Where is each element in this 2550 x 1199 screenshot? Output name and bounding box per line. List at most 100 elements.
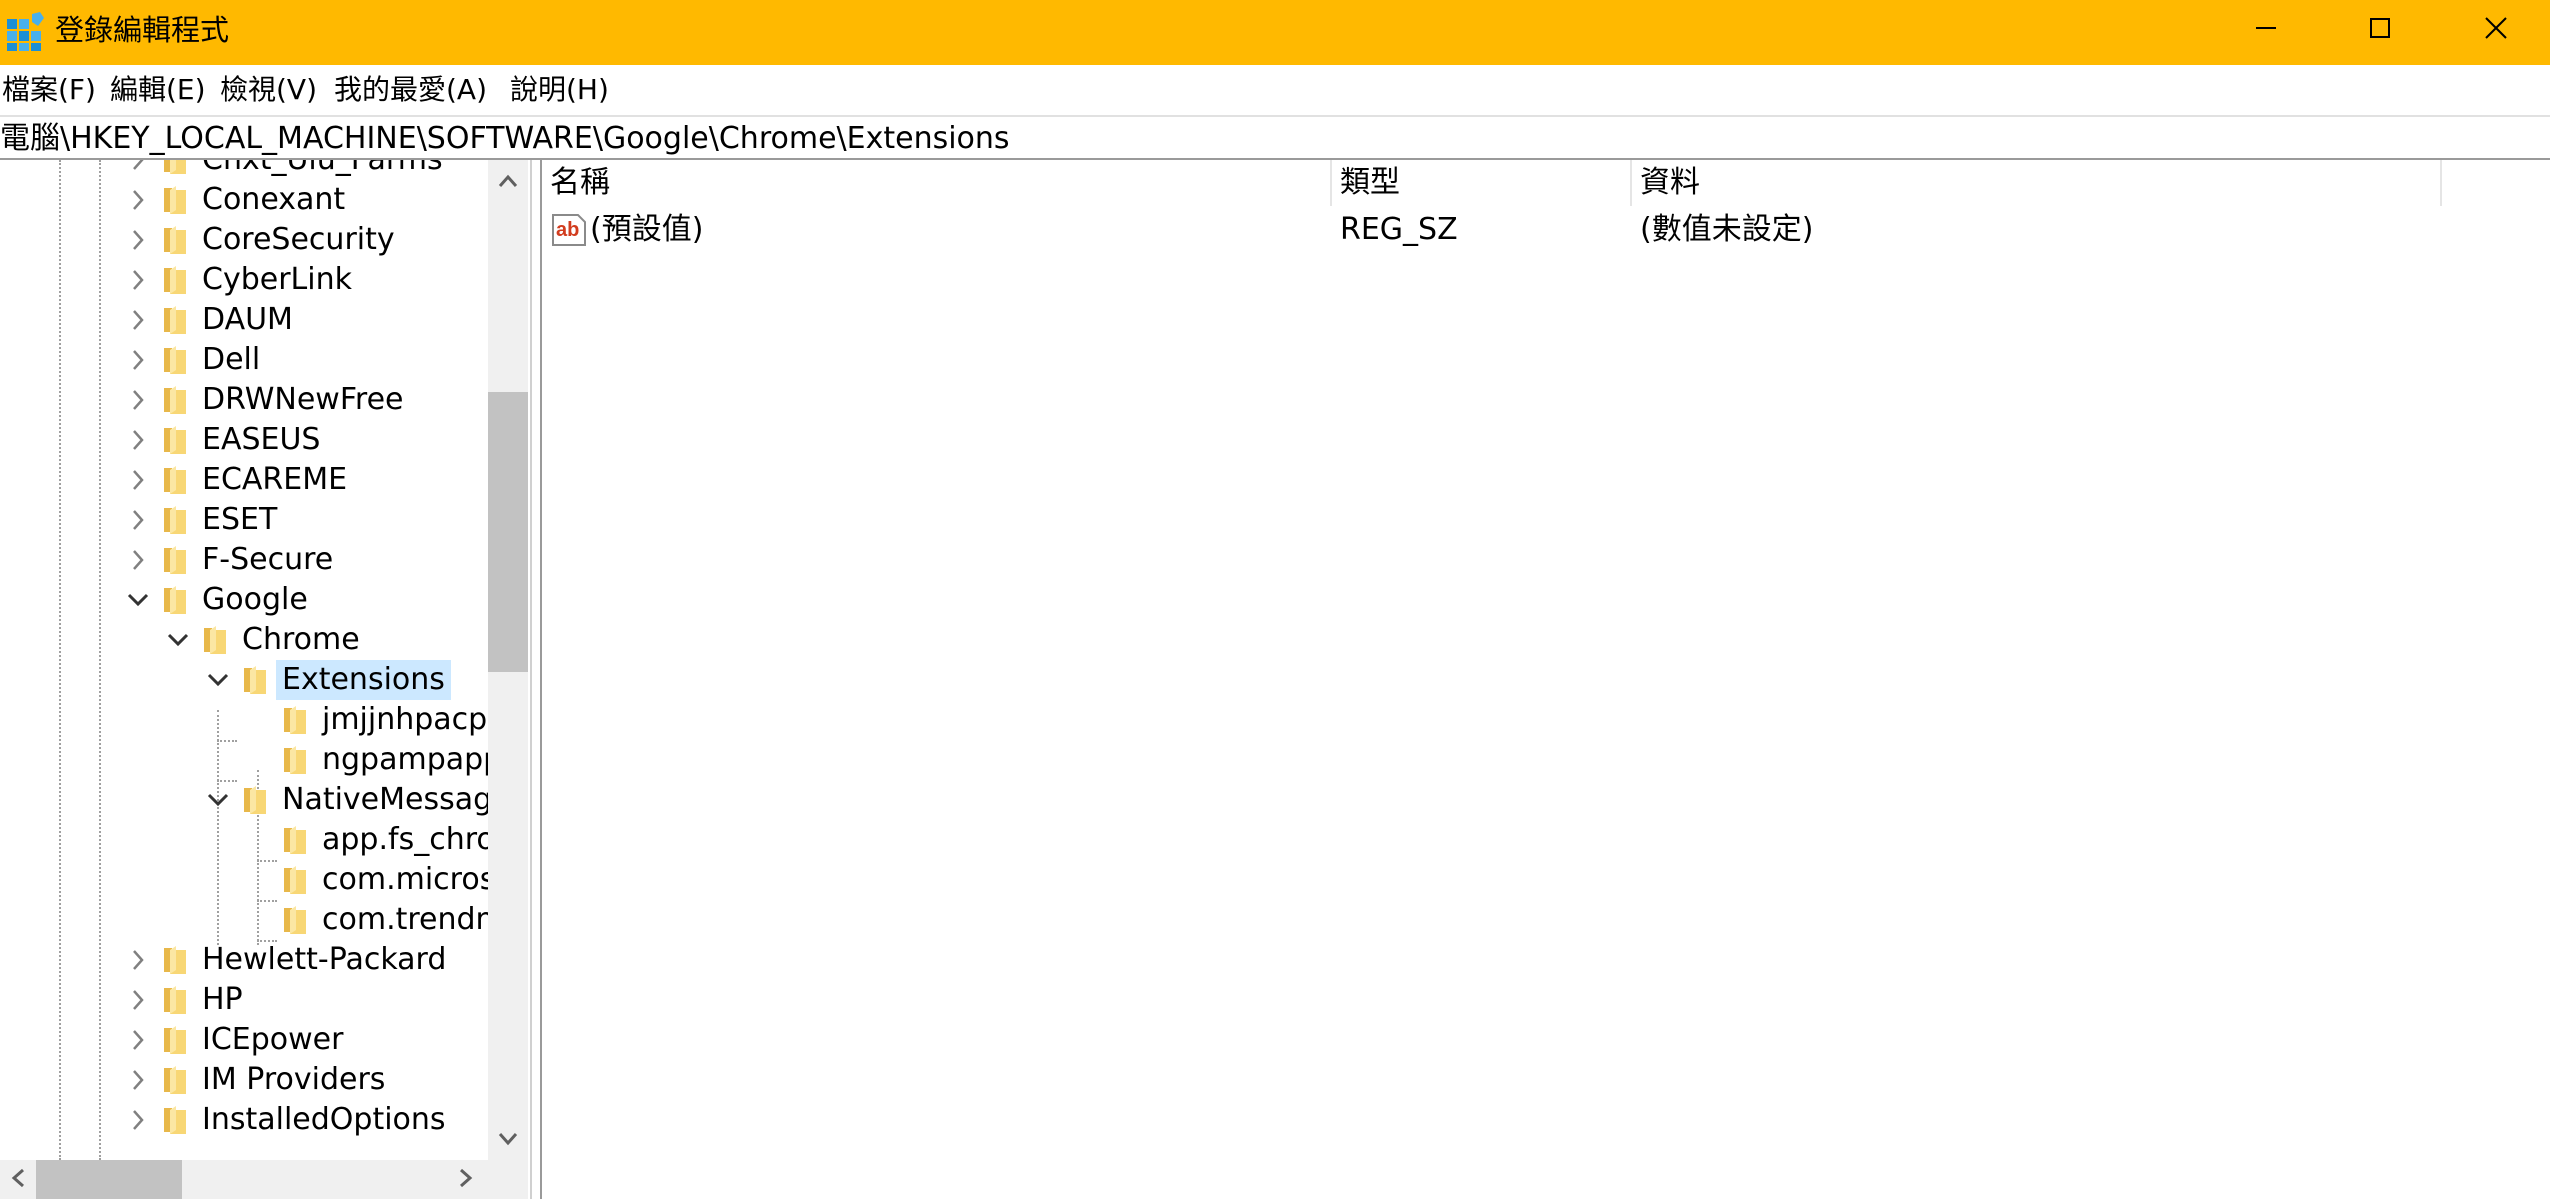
- chevron-down-icon[interactable]: [118, 580, 158, 620]
- tree-item[interactable]: DAUM: [0, 300, 488, 340]
- tree-item-label[interactable]: ECAREME: [196, 460, 353, 500]
- maximize-button[interactable]: [2322, 0, 2438, 60]
- tree-item[interactable]: Hewlett-Packard: [0, 940, 488, 980]
- folder-icon: [162, 984, 192, 1016]
- tree-item-label[interactable]: InstalledOptions: [196, 1100, 452, 1140]
- value-name: (預設值): [590, 212, 704, 247]
- tree-item-label[interactable]: DAUM: [196, 300, 299, 340]
- value-type: REG_SZ: [1340, 212, 1458, 247]
- chevron-right-icon[interactable]: [118, 500, 158, 540]
- chevron-right-icon[interactable]: [118, 1020, 158, 1060]
- tree-item[interactable]: Dell: [0, 340, 488, 380]
- menu-help[interactable]: 說明(H): [508, 70, 611, 110]
- tree-item[interactable]: CoreSecurity: [0, 220, 488, 260]
- chevron-down-icon[interactable]: [158, 620, 198, 660]
- chevron-right-icon[interactable]: [118, 260, 158, 300]
- tree-item-label[interactable]: jmjjnhpacph: [316, 700, 488, 740]
- tree-item[interactable]: Chrome: [0, 620, 488, 660]
- menu-file[interactable]: 檔案(F): [0, 70, 98, 110]
- horizontal-scroll-thumb[interactable]: [36, 1160, 182, 1199]
- tree-item-label[interactable]: ESET: [196, 500, 283, 540]
- tree-item[interactable]: app.fs_chron: [0, 820, 488, 860]
- chevron-right-icon[interactable]: [118, 460, 158, 500]
- tree-item-label[interactable]: Chrome: [236, 620, 366, 660]
- tree-item[interactable]: DRWNewFree: [0, 380, 488, 420]
- tree-item-label[interactable]: DRWNewFree: [196, 380, 410, 420]
- address-bar[interactable]: 電腦\HKEY_LOCAL_MACHINE\SOFTWARE\Google\Ch…: [0, 115, 2550, 160]
- values-list[interactable]: 名稱 類型 資料 ab (預設值) REG_SZ (數值未設定): [542, 160, 2550, 1199]
- table-row[interactable]: ab (預設值) REG_SZ (數值未設定): [542, 208, 2550, 252]
- address-path[interactable]: 電腦\HKEY_LOCAL_MACHINE\SOFTWARE\Google\Ch…: [0, 119, 1010, 159]
- chevron-right-icon[interactable]: [118, 980, 158, 1020]
- chevron-right-icon[interactable]: [118, 160, 158, 180]
- tree-item[interactable]: InstalledOptions: [0, 1100, 488, 1140]
- chevron-down-icon[interactable]: [198, 780, 238, 820]
- tree-horizontal-scrollbar[interactable]: [0, 1160, 488, 1199]
- registry-tree[interactable]: Cnxt_Uiu_ParmsConexantCoreSecurityCyberL…: [0, 160, 530, 1199]
- chevron-right-icon[interactable]: [118, 300, 158, 340]
- vertical-scroll-thumb[interactable]: [488, 392, 528, 672]
- tree-item[interactable]: com.micros: [0, 860, 488, 900]
- title-bar[interactable]: 登錄編輯程式: [0, 0, 2550, 65]
- tree-item-label[interactable]: Extensions: [276, 660, 451, 700]
- tree-item-label[interactable]: Cnxt_Uiu_Parms: [196, 160, 449, 180]
- chevron-right-icon[interactable]: [118, 420, 158, 460]
- tree-item[interactable]: ICEpower: [0, 1020, 488, 1060]
- tree-item[interactable]: jmjjnhpacph: [0, 700, 488, 740]
- tree-item[interactable]: EASEUS: [0, 420, 488, 460]
- tree-item[interactable]: HP: [0, 980, 488, 1020]
- tree-item-label[interactable]: com.micros: [316, 860, 488, 900]
- close-button[interactable]: [2438, 0, 2550, 60]
- folder-icon: [202, 624, 232, 656]
- tree-item-label[interactable]: CyberLink: [196, 260, 358, 300]
- tree-item-label[interactable]: Dell: [196, 340, 266, 380]
- chevron-right-icon[interactable]: [118, 220, 158, 260]
- scroll-right-button[interactable]: [448, 1160, 484, 1199]
- tree-item-label[interactable]: app.fs_chron: [316, 820, 488, 860]
- tree-item-label[interactable]: CoreSecurity: [196, 220, 401, 260]
- tree-item[interactable]: Cnxt_Uiu_Parms: [0, 160, 488, 180]
- column-header-name[interactable]: 名稱: [542, 160, 1332, 206]
- menu-edit[interactable]: 編輯(E): [108, 70, 208, 110]
- chevron-right-icon[interactable]: [118, 540, 158, 580]
- chevron-right-icon[interactable]: [118, 380, 158, 420]
- tree-item-label[interactable]: com.trendm: [316, 900, 488, 940]
- tree-item[interactable]: CyberLink: [0, 260, 488, 300]
- tree-item[interactable]: Google: [0, 580, 488, 620]
- tree-item[interactable]: ESET: [0, 500, 488, 540]
- menu-view[interactable]: 檢視(V): [218, 70, 319, 110]
- tree-item-label[interactable]: ICEpower: [196, 1020, 349, 1060]
- tree-item-label[interactable]: HP: [196, 980, 249, 1020]
- chevron-right-icon[interactable]: [118, 1100, 158, 1140]
- chevron-right-icon[interactable]: [118, 1060, 158, 1100]
- minimize-button[interactable]: [2208, 0, 2324, 60]
- pane-splitter[interactable]: [530, 160, 542, 1199]
- tree-item[interactable]: ngpampapp: [0, 740, 488, 780]
- tree-item-label[interactable]: ngpampapp: [316, 740, 488, 780]
- tree-item[interactable]: F-Secure: [0, 540, 488, 580]
- tree-item-label[interactable]: Hewlett-Packard: [196, 940, 452, 980]
- tree-item-label[interactable]: F-Secure: [196, 540, 339, 580]
- column-header-type[interactable]: 類型: [1332, 160, 1632, 206]
- chevron-down-icon[interactable]: [198, 660, 238, 700]
- tree-item-label[interactable]: Google: [196, 580, 314, 620]
- tree-item-label[interactable]: Conexant: [196, 180, 351, 220]
- tree-item[interactable]: ECAREME: [0, 460, 488, 500]
- tree-item[interactable]: NativeMessagi: [0, 780, 488, 820]
- chevron-right-icon[interactable]: [118, 180, 158, 220]
- tree-item[interactable]: com.trendm: [0, 900, 488, 940]
- scroll-down-button[interactable]: [488, 1120, 528, 1160]
- tree-item-label[interactable]: IM Providers: [196, 1060, 391, 1100]
- column-header-data[interactable]: 資料: [1632, 160, 2442, 206]
- tree-item-label[interactable]: NativeMessagi: [276, 780, 488, 820]
- tree-vertical-scrollbar[interactable]: [488, 160, 528, 1160]
- tree-item[interactable]: Conexant: [0, 180, 488, 220]
- scroll-up-button[interactable]: [488, 162, 528, 202]
- tree-item[interactable]: IM Providers: [0, 1060, 488, 1100]
- scroll-left-button[interactable]: [0, 1160, 36, 1199]
- chevron-right-icon[interactable]: [118, 340, 158, 380]
- menu-favorites[interactable]: 我的最愛(A): [332, 70, 489, 110]
- chevron-right-icon[interactable]: [118, 940, 158, 980]
- tree-item[interactable]: Extensions: [0, 660, 488, 700]
- tree-item-label[interactable]: EASEUS: [196, 420, 326, 460]
